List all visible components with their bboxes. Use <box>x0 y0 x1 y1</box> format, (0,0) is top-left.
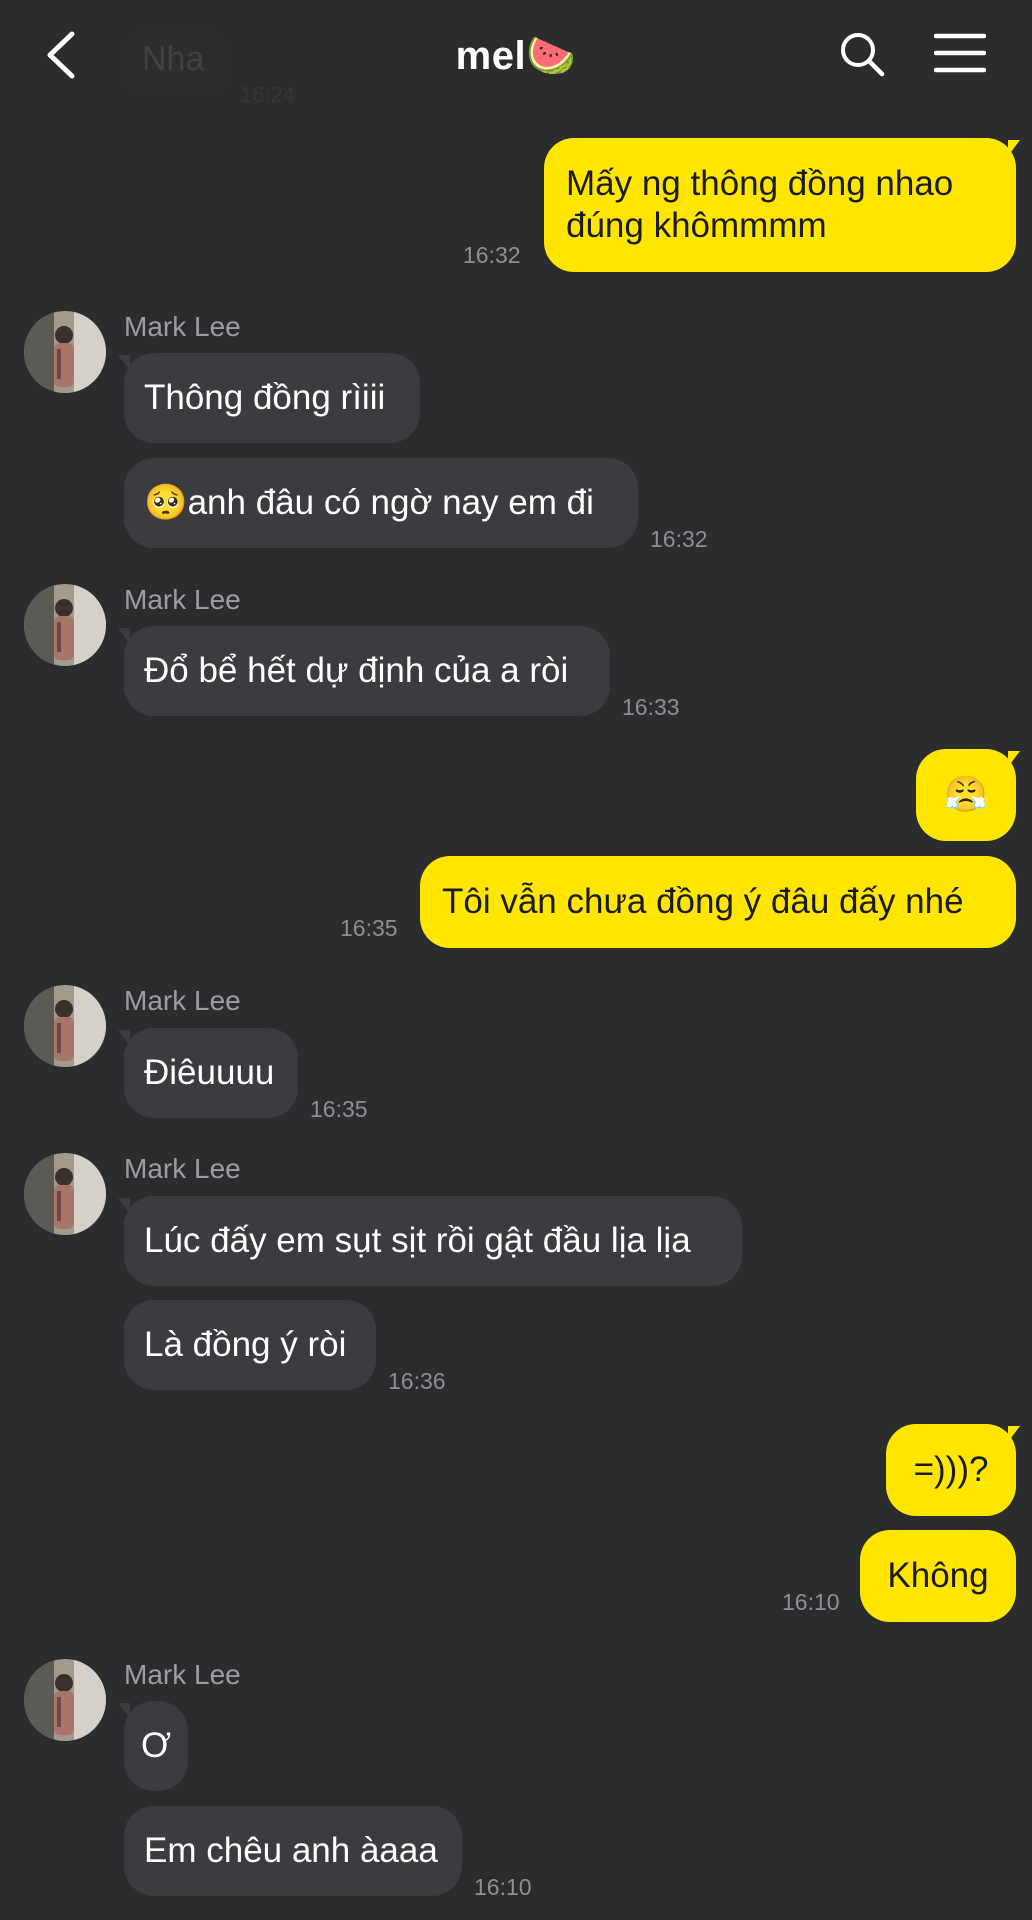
chat-header: Nha 16:24 mel🍉 <box>0 0 1032 110</box>
incoming-message-bubble[interactable]: Em chêu anh àaaa <box>124 1806 462 1896</box>
search-icon[interactable] <box>838 30 886 78</box>
bubble-tail <box>118 1198 130 1214</box>
avatar[interactable] <box>24 1659 106 1741</box>
sender-name: Mark Lee <box>124 311 241 342</box>
faded-previous-message-time: 16:24 <box>240 82 296 107</box>
avatar[interactable] <box>24 985 106 1067</box>
message-text: anh đâu có ngờ nay em đi <box>187 483 594 522</box>
bubble-tail <box>118 628 130 644</box>
message-text: =)))? <box>913 1450 989 1489</box>
message-text: Tôi vẫn chưa đồng ý đâu đấy nhé <box>442 882 964 921</box>
message-text: Thông đồng rìiii <box>144 378 386 417</box>
incoming-message-bubble[interactable]: Lúc đấy em sụt sịt rồi gật đầu lịa lịa <box>124 1196 742 1286</box>
message-text: Là đồng ý ròi <box>144 1325 347 1364</box>
sender-name: Mark Lee <box>124 584 241 615</box>
bubble-tail <box>118 355 130 371</box>
bubble-tail <box>118 1703 130 1719</box>
bubble-tail <box>1008 1426 1020 1442</box>
outgoing-message-bubble[interactable]: Không <box>860 1530 1016 1622</box>
menu-icon[interactable] <box>933 32 987 74</box>
message-time: 16:35 <box>340 915 398 941</box>
message-text: Đổ bể hết dự định của a ròi <box>144 651 569 690</box>
message-text: Em chêu anh àaaa <box>144 1831 438 1870</box>
message-text: Ơ <box>140 1726 171 1765</box>
message-text: Mấy ng thông đồng nhao đúng khômmmm <box>566 164 954 245</box>
sender-name: Mark Lee <box>124 1659 241 1690</box>
avatar[interactable] <box>24 584 106 666</box>
message-time: 16:32 <box>463 242 521 268</box>
incoming-message-bubble[interactable]: Ơ <box>124 1701 188 1791</box>
bubble-tail <box>1008 140 1020 156</box>
message-time: 16:10 <box>474 1874 532 1900</box>
message-text: Điêuuuu <box>144 1053 275 1092</box>
message-time: 16:36 <box>388 1368 446 1394</box>
message-text: Lúc đấy em sụt sịt rồi gật đầu lịa lịa <box>144 1221 691 1260</box>
outgoing-message-bubble[interactable]: =)))? <box>886 1424 1016 1516</box>
message-time: 16:35 <box>310 1096 368 1122</box>
outgoing-message-bubble[interactable]: Tôi vẫn chưa đồng ý đâu đấy nhé <box>420 856 1016 948</box>
sender-name: Mark Lee <box>124 985 241 1016</box>
message-text: 😤 <box>944 775 988 814</box>
sender-name: Mark Lee <box>124 1153 241 1184</box>
bubble-tail <box>118 1030 130 1046</box>
outgoing-message-bubble[interactable]: Mấy ng thông đồng nhao đúng khômmmm <box>544 138 1016 272</box>
incoming-message-bubble[interactable]: Là đồng ý ròi <box>124 1300 376 1390</box>
incoming-message-bubble[interactable]: Thông đồng rìiii <box>124 353 420 443</box>
outgoing-message-bubble[interactable]: 😤 <box>916 749 1016 841</box>
emoji: 🥺 <box>144 483 188 522</box>
avatar[interactable] <box>24 311 106 393</box>
message-time: 16:10 <box>782 1589 840 1615</box>
bubble-tail <box>1008 751 1020 767</box>
avatar[interactable] <box>24 1153 106 1235</box>
message-text: Không <box>887 1556 989 1595</box>
incoming-message-bubble[interactable]: Đổ bể hết dự định của a ròi <box>124 626 610 716</box>
incoming-message-bubble[interactable]: 🥺 anh đâu có ngờ nay em đi <box>124 458 638 548</box>
message-time: 16:32 <box>650 526 708 552</box>
message-time: 16:33 <box>622 694 680 720</box>
incoming-message-bubble[interactable]: Điêuuuu <box>124 1028 298 1118</box>
